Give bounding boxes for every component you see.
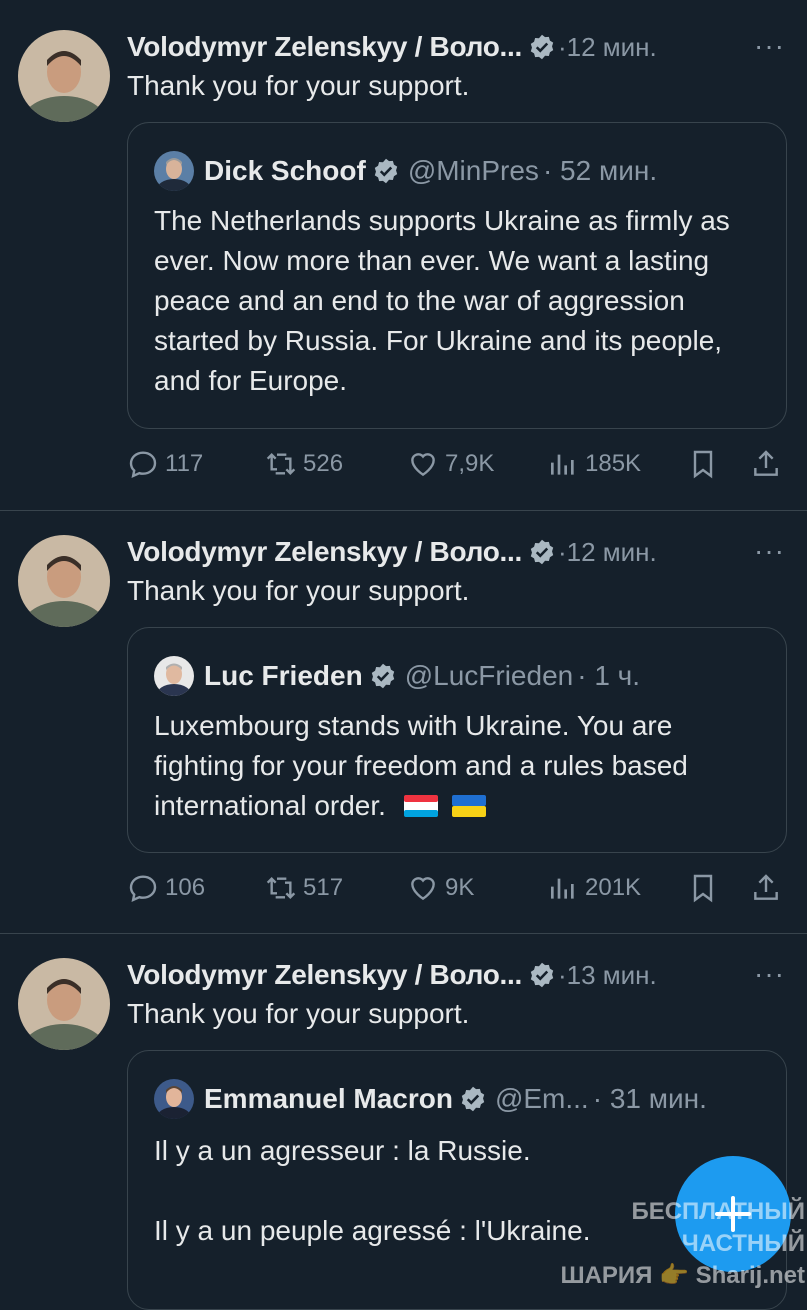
author-name[interactable]: Volodymyr Zelenskyy / Воло...	[127, 536, 522, 568]
quote-avatar	[154, 656, 194, 696]
tweet-actions: 106 517 9K 201K	[127, 868, 787, 908]
repost-icon	[266, 876, 296, 900]
views-button[interactable]: 185K	[547, 444, 641, 484]
quote-avatar	[154, 1079, 194, 1119]
tweet-text: Thank you for your support.	[127, 998, 470, 1029]
luxembourg-flag	[403, 795, 438, 817]
share-button[interactable]	[750, 868, 788, 908]
quoted-tweet[interactable]: Dick Schoof @MinPres · 52 мин. The Nethe…	[127, 122, 787, 429]
heart-icon	[411, 877, 435, 901]
repost-icon	[266, 452, 296, 476]
watermark-line: БЕСПЛАТНЫЙ ЧАСТНЫЙ	[631, 1198, 805, 1257]
reply-count: 106	[165, 874, 206, 901]
verified-icon	[530, 539, 554, 565]
tweet[interactable]: Volodymyr Zelenskyy / Воло... ·12 мин. ·…	[0, 0, 807, 510]
bookmark-button[interactable]	[687, 444, 725, 484]
views-icon	[551, 454, 574, 475]
share-button[interactable]	[750, 444, 788, 484]
reply-button[interactable]: 106	[127, 868, 205, 908]
views-icon	[551, 878, 574, 899]
verified-icon	[461, 1086, 485, 1112]
repost-button[interactable]: 526	[265, 444, 343, 484]
tweet-text: Thank you for your support.	[127, 70, 470, 101]
quote-handle: @LucFrieden	[404, 660, 574, 691]
share-icon	[754, 874, 778, 900]
repost-count: 526	[303, 450, 344, 477]
verified-icon	[530, 962, 554, 988]
author-name[interactable]: Volodymyr Zelenskyy / Воло...	[127, 959, 522, 991]
quote-time: · 52 мин.	[542, 155, 658, 186]
bookmark-button[interactable]	[687, 868, 725, 908]
reply-icon	[129, 875, 157, 903]
watermark-line: ШАРИЯ 👉 Sharij.net	[560, 1262, 805, 1289]
watermark: БЕСПЛАТНЫЙ ЧАСТНЫЙ ШАРИЯ 👉 Sharij.net	[515, 1196, 805, 1292]
like-button[interactable]: 9K	[407, 868, 474, 908]
tweet-actions: 117 526 7,9K 185K	[127, 444, 787, 484]
avatar[interactable]	[18, 958, 110, 1050]
more-options-icon[interactable]: ···	[754, 958, 785, 990]
ukraine-flag	[451, 795, 486, 817]
tweet-time[interactable]: ·13 мин.	[558, 960, 657, 991]
quote-author-name: Emmanuel Macron	[204, 1083, 453, 1114]
share-icon	[754, 450, 778, 476]
quote-avatar	[154, 151, 194, 191]
heart-icon	[411, 453, 435, 477]
quote-author-name: Dick Schoof	[204, 155, 366, 186]
more-options-icon[interactable]: ···	[754, 30, 785, 62]
author-name[interactable]: Volodymyr Zelenskyy / Воло...	[127, 31, 522, 63]
views-button[interactable]: 201K	[547, 868, 641, 908]
avatar[interactable]	[18, 30, 110, 122]
quote-author-name: Luc Frieden	[204, 660, 363, 691]
quote-handle: @MinPres	[407, 155, 539, 186]
quote-text: The Netherlands supports Ukraine as firm…	[154, 201, 769, 401]
repost-button[interactable]: 517	[265, 868, 343, 908]
reply-button[interactable]: 117	[127, 444, 203, 484]
reply-icon	[129, 451, 157, 479]
tweet[interactable]: Volodymyr Zelenskyy / Воло... ·12 мин. ·…	[0, 511, 807, 933]
like-button[interactable]: 7,9K	[407, 444, 494, 484]
repost-count: 517	[303, 874, 344, 901]
quote-text: Luxembourg stands with Ukraine. You are …	[154, 706, 769, 826]
quote-time: · 31 мин.	[592, 1083, 707, 1114]
more-options-icon[interactable]: ···	[754, 535, 785, 567]
views-count: 201K	[585, 874, 642, 901]
bookmark-icon	[693, 450, 713, 479]
verified-icon	[371, 663, 394, 689]
like-count: 7,9K	[445, 450, 495, 477]
quote-handle: @Em...	[494, 1083, 589, 1114]
quote-time: · 1 ч.	[577, 660, 641, 691]
quoted-tweet[interactable]: Luc Frieden @LucFrieden · 1 ч. Luxembour…	[127, 627, 787, 853]
bookmark-icon	[693, 874, 713, 903]
tweet-time[interactable]: ·12 мин.	[558, 32, 657, 63]
quote-line: The Netherlands supports Ukraine as firm…	[154, 205, 730, 396]
verified-icon	[530, 34, 554, 60]
tweet-text: Thank you for your support.	[127, 575, 470, 606]
avatar[interactable]	[18, 535, 110, 627]
reply-count: 117	[165, 450, 204, 477]
verified-icon	[374, 158, 398, 184]
quote-line: Il y a un agresseur : la Russie.	[154, 1135, 531, 1166]
like-count: 9K	[445, 874, 475, 901]
tweet-time[interactable]: ·12 мин.	[558, 537, 657, 568]
views-count: 185K	[585, 450, 642, 477]
